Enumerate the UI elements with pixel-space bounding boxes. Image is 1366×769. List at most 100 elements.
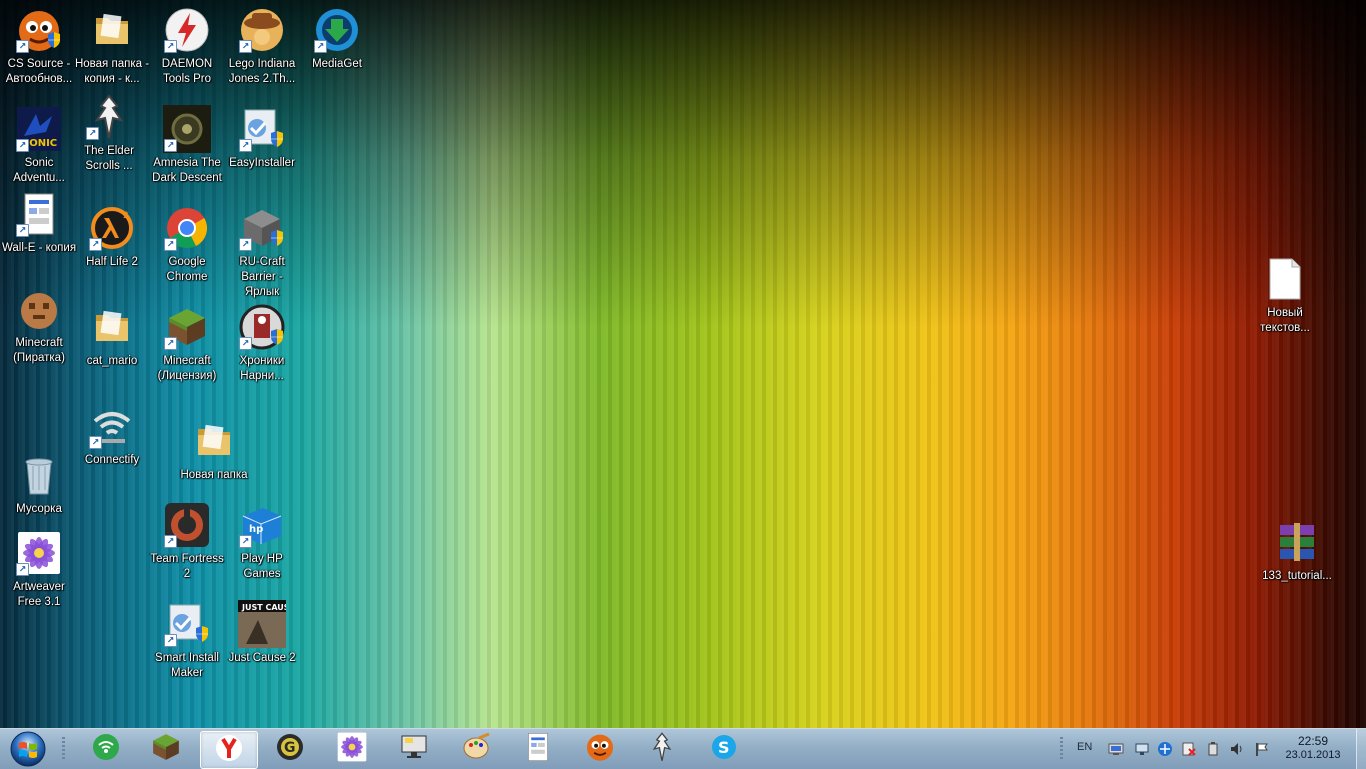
uac-shield-icon [270, 230, 284, 246]
desktop-icon-just-cause-2[interactable]: JUST CAUSE Just Cause 2 [223, 600, 301, 666]
amnesia-icon: ↗ [163, 105, 211, 153]
taskbar-button-document[interactable] [510, 731, 566, 767]
recycle-bin-icon [15, 451, 63, 499]
flower-icon: ↗ [15, 529, 63, 577]
desktop-icon-label: Minecraft (Лицензия) [157, 355, 217, 382]
bot-face-icon [585, 732, 615, 767]
desktop-icon-easyinstaller[interactable]: ↗ EasyInstaller [223, 105, 301, 171]
taskbar-button-yandex[interactable] [200, 731, 258, 769]
desktop-icon-rar-archive[interactable]: 133_tutorial... [1258, 518, 1336, 584]
clock-time: 22:59 [1297, 734, 1329, 748]
taskbar-button-connectify[interactable] [78, 731, 134, 767]
desktop-icon-lego-indiana[interactable]: ↗ Lego Indiana Jones 2.Th... [223, 6, 301, 87]
desktop-icon-label: Google Chrome [166, 256, 208, 283]
language-indicator[interactable]: EN [1077, 741, 1092, 753]
desktop-icon-label: Хроники Нарни... [239, 355, 285, 382]
lightning-disc-icon: ↗ [163, 6, 211, 54]
lego-hat-icon: ↗ [238, 6, 286, 54]
uac-shield-icon [195, 626, 209, 642]
stone-block-icon: ↗ [238, 204, 286, 252]
palette-icon [461, 732, 491, 767]
svg-text:G: G [284, 740, 296, 756]
desktop-icon-mediaget[interactable]: ↗ MediaGet [298, 6, 376, 72]
volume-error-tray-icon[interactable] [1181, 741, 1197, 757]
taskbar-grip[interactable] [62, 737, 65, 761]
desktop-icon-label: Artweaver Free 3.1 [13, 581, 65, 608]
taskbar-button-skyrim[interactable] [634, 731, 690, 767]
shortcut-arrow-icon: ↗ [16, 139, 29, 152]
desktop-icon-narnia[interactable]: ↗ Хроники Нарни... [223, 303, 301, 384]
desktop-icon-smart-install[interactable]: ↗ Smart Install Maker [148, 600, 226, 681]
desktop-icon-new-text-doc[interactable]: Новый текстов... [1246, 255, 1324, 336]
network-tray-icon[interactable] [1134, 741, 1150, 757]
winrar-icon [1273, 518, 1321, 566]
show-desktop-button[interactable] [1356, 729, 1366, 769]
desktop-icon-sonic[interactable]: SONIC ↗ Sonic Adventu... [0, 105, 78, 186]
desktop-icon-recycle-bin[interactable]: Мусорка [0, 451, 78, 517]
tray-grip[interactable] [1060, 737, 1063, 761]
connectify-tray-icon[interactable] [1157, 741, 1173, 757]
desktop-icon-artweaver[interactable]: ↗ Artweaver Free 3.1 [0, 529, 78, 610]
desktop-icon-google-chrome[interactable]: ↗ Google Chrome [148, 204, 226, 285]
taskbar-button-cs-bot[interactable] [572, 731, 628, 767]
start-button[interactable] [4, 730, 52, 768]
desktop-icon-new-folder-copy[interactable]: Новая папка - копия - к... [73, 6, 151, 87]
taskbar-button-minecraft[interactable] [138, 731, 194, 767]
desktop-icon-half-life-2[interactable]: 2 ↗ Half Life 2 [73, 204, 151, 270]
shortcut-arrow-icon: ↗ [16, 563, 29, 576]
desktop-icon-daemon-tools[interactable]: ↗ DAEMON Tools Pro [148, 6, 226, 87]
sonic-icon: SONIC ↗ [15, 105, 63, 153]
taskbar-button-skype[interactable]: S [696, 731, 752, 767]
desktop-icon-cat-mario[interactable]: cat_mario [73, 303, 151, 369]
grass-block-icon: ↗ [163, 303, 211, 351]
desktop-icon-amnesia[interactable]: ↗ Amnesia The Dark Descent [148, 105, 226, 186]
desktop-icon-elder-scrolls[interactable]: ↗ The Elder Scrolls ... [70, 93, 148, 174]
desktop-icon-label: cat_mario [86, 355, 138, 367]
shortcut-arrow-icon: ↗ [314, 40, 327, 53]
desktop-icon-minecraft-pirate[interactable]: Minecraft (Пиратка) [0, 285, 78, 366]
shortcut-arrow-icon: ↗ [16, 40, 29, 53]
g-gear-icon: G [275, 732, 305, 767]
system-clock[interactable]: 22:59 23.01.2013 [1278, 734, 1348, 762]
svg-text:S: S [718, 738, 730, 757]
desktop-icon-minecraft-license[interactable]: ↗ Minecraft (Лицензия) [148, 303, 226, 384]
taskbar-button-artweaver[interactable] [324, 731, 380, 767]
desktop-icon-label: Новая папка - копия - к... [74, 58, 150, 85]
desktop-icon-label: Sonic Adventu... [13, 157, 65, 184]
keyboard-tray-icon[interactable] [1108, 741, 1124, 757]
taskbar-button-garena[interactable]: G [262, 731, 318, 767]
folder-icon [88, 6, 136, 54]
shortcut-arrow-icon: ↗ [86, 127, 99, 140]
monitor-icon [399, 732, 429, 767]
desktop-icon-label: The Elder Scrolls ... [84, 145, 134, 172]
desktop-icon-label: Новая папка [180, 469, 248, 481]
desktop-icon-wall-e[interactable]: ↗ Wall-E - копия [0, 190, 78, 256]
desktop-icon-team-fortress[interactable]: ↗ Team Fortress 2 [148, 501, 226, 582]
grass-block-icon [151, 732, 181, 767]
taskbar-button-monitor[interactable] [386, 731, 442, 767]
taskbar: G S EN 22:59 23.01.2013 [0, 728, 1366, 769]
shortcut-arrow-icon: ↗ [164, 40, 177, 53]
desktop-icon-label: Amnesia The Dark Descent [152, 157, 222, 184]
shortcut-arrow-icon: ↗ [239, 40, 252, 53]
desktop-icon-ru-craft[interactable]: ↗ RU-Craft Barrier - Ярлык [223, 204, 301, 300]
shortcut-arrow-icon: ↗ [239, 238, 252, 251]
installer-icon: ↗ [163, 600, 211, 648]
power-tray-icon[interactable] [1205, 741, 1221, 757]
minecraft-face-icon [15, 285, 63, 333]
document-icon: ↗ [15, 190, 63, 238]
desktop-icon-play-hp-games[interactable]: hp ↗ Play HP Games [223, 501, 301, 582]
chrome-icon: ↗ [163, 204, 211, 252]
desktop-icon-new-folder[interactable]: Новая папка [175, 417, 253, 483]
desktop-icon-connectify[interactable]: ↗ Connectify [73, 402, 151, 468]
flag-tray-icon[interactable] [1253, 741, 1269, 757]
speaker-tray-icon[interactable] [1229, 741, 1245, 757]
desktop-icon-label: EasyInstaller [229, 157, 295, 169]
skype-icon: S [709, 732, 739, 767]
taskbar-button-paint[interactable] [448, 731, 504, 767]
tf2-icon: ↗ [163, 501, 211, 549]
desktop-icon-cs-source[interactable]: ↗ CS Source - Автообнов... [0, 6, 78, 87]
desktop[interactable]: ↗ CS Source - Автообнов... Новая папка - к… [0, 0, 1366, 728]
dragon-emblem-icon [647, 731, 677, 767]
shortcut-arrow-icon: ↗ [164, 337, 177, 350]
